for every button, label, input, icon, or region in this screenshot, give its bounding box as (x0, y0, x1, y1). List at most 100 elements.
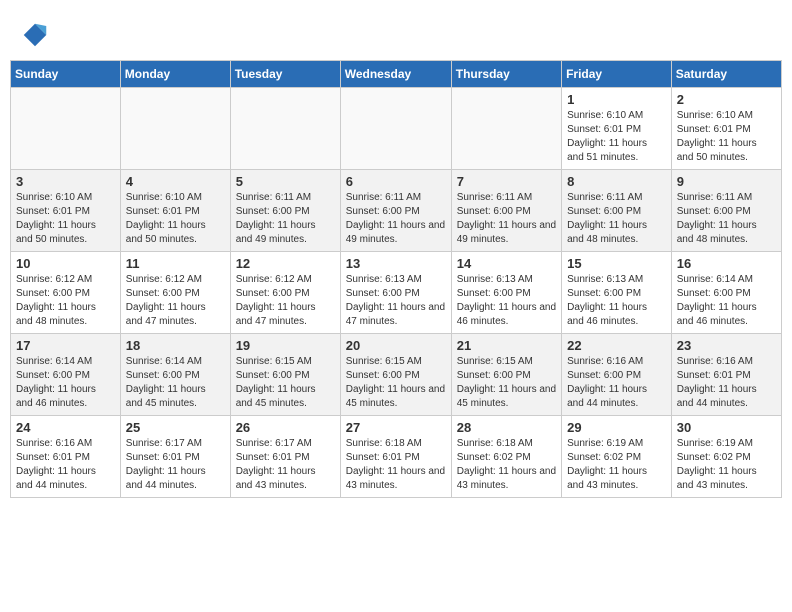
day-number: 3 (16, 174, 115, 189)
calendar-day-cell: 26 Sunrise: 6:17 AM Sunset: 6:01 PM Dayli… (230, 416, 340, 498)
day-number: 28 (457, 420, 556, 435)
calendar-day-cell: 27 Sunrise: 6:18 AM Sunset: 6:01 PM Dayli… (340, 416, 451, 498)
day-info: Sunrise: 6:15 AM Sunset: 6:00 PM Dayligh… (236, 355, 335, 411)
day-number: 10 (16, 256, 115, 271)
day-info: Sunrise: 6:13 AM Sunset: 6:00 PM Dayligh… (567, 273, 666, 329)
day-number: 15 (567, 256, 666, 271)
day-number: 29 (567, 420, 666, 435)
calendar-week-row: 10 Sunrise: 6:12 AM Sunset: 6:00 PM Dayli… (11, 252, 782, 334)
day-number: 1 (567, 92, 666, 107)
day-info: Sunrise: 6:11 AM Sunset: 6:00 PM Dayligh… (567, 191, 666, 247)
day-number: 13 (346, 256, 446, 271)
day-info: Sunrise: 6:19 AM Sunset: 6:02 PM Dayligh… (677, 437, 776, 493)
calendar-week-row: 17 Sunrise: 6:14 AM Sunset: 6:00 PM Dayli… (11, 334, 782, 416)
logo-icon (20, 20, 50, 50)
day-info: Sunrise: 6:10 AM Sunset: 6:01 PM Dayligh… (126, 191, 225, 247)
day-number: 14 (457, 256, 556, 271)
calendar-day-cell: 4Sunrise: 6:10 AM Sunset: 6:01 PM Daylig… (120, 170, 230, 252)
calendar-day-cell: 5 Sunrise: 6:11 AM Sunset: 6:00 PM Daylig… (230, 170, 340, 252)
calendar-day-cell: 16Sunrise: 6:14 AM Sunset: 6:00 PM Dayli… (671, 252, 781, 334)
day-number: 30 (677, 420, 776, 435)
calendar-day-cell: 29 Sunrise: 6:19 AM Sunset: 6:02 PM Dayli… (562, 416, 672, 498)
day-info: Sunrise: 6:11 AM Sunset: 6:00 PM Dayligh… (457, 191, 556, 247)
calendar-table: SundayMondayTuesdayWednesdayThursdayFrid… (10, 60, 782, 498)
column-header-sunday: Sunday (11, 61, 121, 88)
calendar-day-cell: 3 Sunrise: 6:10 AM Sunset: 6:01 PM Daylig… (11, 170, 121, 252)
day-info: Sunrise: 6:19 AM Sunset: 6:02 PM Dayligh… (567, 437, 666, 493)
day-info: Sunrise: 6:10 AM Sunset: 6:01 PM Dayligh… (16, 191, 115, 247)
column-header-friday: Friday (562, 61, 672, 88)
day-number: 7 (457, 174, 556, 189)
calendar-day-cell: 19 Sunrise: 6:15 AM Sunset: 6:00 PM Dayli… (230, 334, 340, 416)
calendar-day-cell: 6 Sunrise: 6:11 AM Sunset: 6:00 PM Daylig… (340, 170, 451, 252)
calendar-week-row: 3 Sunrise: 6:10 AM Sunset: 6:01 PM Daylig… (11, 170, 782, 252)
day-info: Sunrise: 6:16 AM Sunset: 6:01 PM Dayligh… (677, 355, 776, 411)
day-info: Sunrise: 6:17 AM Sunset: 6:01 PM Dayligh… (236, 437, 335, 493)
day-number: 23 (677, 338, 776, 353)
calendar-day-cell (451, 88, 561, 170)
day-number: 21 (457, 338, 556, 353)
calendar-day-cell: 18 Sunrise: 6:14 AM Sunset: 6:00 PM Dayli… (120, 334, 230, 416)
calendar-day-cell (340, 88, 451, 170)
day-number: 17 (16, 338, 115, 353)
calendar-week-row: 1Sunrise: 6:10 AM Sunset: 6:01 PM Daylig… (11, 88, 782, 170)
day-number: 2 (677, 92, 776, 107)
day-info: Sunrise: 6:14 AM Sunset: 6:00 PM Dayligh… (126, 355, 225, 411)
column-header-wednesday: Wednesday (340, 61, 451, 88)
calendar-day-cell: 15 Sunrise: 6:13 AM Sunset: 6:00 PM Dayli… (562, 252, 672, 334)
day-number: 12 (236, 256, 335, 271)
day-info: Sunrise: 6:13 AM Sunset: 6:00 PM Dayligh… (346, 273, 446, 329)
calendar-day-cell: 1Sunrise: 6:10 AM Sunset: 6:01 PM Daylig… (562, 88, 672, 170)
calendar-day-cell: 28 Sunrise: 6:18 AM Sunset: 6:02 PM Dayli… (451, 416, 561, 498)
day-number: 9 (677, 174, 776, 189)
day-number: 8 (567, 174, 666, 189)
calendar-day-cell: 20 Sunrise: 6:15 AM Sunset: 6:00 PM Dayli… (340, 334, 451, 416)
day-number: 22 (567, 338, 666, 353)
calendar-day-cell: 11 Sunrise: 6:12 AM Sunset: 6:00 PM Dayli… (120, 252, 230, 334)
calendar-header-row: SundayMondayTuesdayWednesdayThursdayFrid… (11, 61, 782, 88)
calendar-day-cell: 2Sunrise: 6:10 AM Sunset: 6:01 PM Daylig… (671, 88, 781, 170)
logo (20, 20, 52, 50)
calendar-day-cell: 21 Sunrise: 6:15 AM Sunset: 6:00 PM Dayli… (451, 334, 561, 416)
calendar-day-cell: 10 Sunrise: 6:12 AM Sunset: 6:00 PM Dayli… (11, 252, 121, 334)
calendar-day-cell (120, 88, 230, 170)
calendar-day-cell: 22 Sunrise: 6:16 AM Sunset: 6:00 PM Dayli… (562, 334, 672, 416)
day-number: 24 (16, 420, 115, 435)
day-number: 18 (126, 338, 225, 353)
day-info: Sunrise: 6:12 AM Sunset: 6:00 PM Dayligh… (126, 273, 225, 329)
day-number: 26 (236, 420, 335, 435)
day-info: Sunrise: 6:12 AM Sunset: 6:00 PM Dayligh… (16, 273, 115, 329)
day-number: 20 (346, 338, 446, 353)
day-info: Sunrise: 6:12 AM Sunset: 6:00 PM Dayligh… (236, 273, 335, 329)
calendar-day-cell: 12 Sunrise: 6:12 AM Sunset: 6:00 PM Dayli… (230, 252, 340, 334)
column-header-monday: Monday (120, 61, 230, 88)
day-info: Sunrise: 6:15 AM Sunset: 6:00 PM Dayligh… (457, 355, 556, 411)
day-info: Sunrise: 6:17 AM Sunset: 6:01 PM Dayligh… (126, 437, 225, 493)
calendar-day-cell: 23 Sunrise: 6:16 AM Sunset: 6:01 PM Dayli… (671, 334, 781, 416)
day-info: Sunrise: 6:18 AM Sunset: 6:02 PM Dayligh… (457, 437, 556, 493)
day-info: Sunrise: 6:11 AM Sunset: 6:00 PM Dayligh… (236, 191, 335, 247)
day-info: Sunrise: 6:14 AM Sunset: 6:00 PM Dayligh… (16, 355, 115, 411)
day-info: Sunrise: 6:11 AM Sunset: 6:00 PM Dayligh… (346, 191, 446, 247)
calendar-day-cell (11, 88, 121, 170)
calendar-day-cell: 8 Sunrise: 6:11 AM Sunset: 6:00 PM Daylig… (562, 170, 672, 252)
calendar-day-cell: 14 Sunrise: 6:13 AM Sunset: 6:00 PM Dayli… (451, 252, 561, 334)
calendar-day-cell: 24Sunrise: 6:16 AM Sunset: 6:01 PM Dayli… (11, 416, 121, 498)
calendar-day-cell: 30 Sunrise: 6:19 AM Sunset: 6:02 PM Dayli… (671, 416, 781, 498)
column-header-saturday: Saturday (671, 61, 781, 88)
day-info: Sunrise: 6:16 AM Sunset: 6:00 PM Dayligh… (567, 355, 666, 411)
day-info: Sunrise: 6:18 AM Sunset: 6:01 PM Dayligh… (346, 437, 446, 493)
day-info: Sunrise: 6:15 AM Sunset: 6:00 PM Dayligh… (346, 355, 446, 411)
day-number: 11 (126, 256, 225, 271)
day-number: 6 (346, 174, 446, 189)
calendar-day-cell: 25 Sunrise: 6:17 AM Sunset: 6:01 PM Dayli… (120, 416, 230, 498)
day-number: 5 (236, 174, 335, 189)
calendar-day-cell: 7 Sunrise: 6:11 AM Sunset: 6:00 PM Daylig… (451, 170, 561, 252)
day-number: 27 (346, 420, 446, 435)
calendar-week-row: 24Sunrise: 6:16 AM Sunset: 6:01 PM Dayli… (11, 416, 782, 498)
calendar-day-cell: 9Sunrise: 6:11 AM Sunset: 6:00 PM Daylig… (671, 170, 781, 252)
day-info: Sunrise: 6:13 AM Sunset: 6:00 PM Dayligh… (457, 273, 556, 329)
day-number: 16 (677, 256, 776, 271)
day-number: 19 (236, 338, 335, 353)
day-number: 25 (126, 420, 225, 435)
